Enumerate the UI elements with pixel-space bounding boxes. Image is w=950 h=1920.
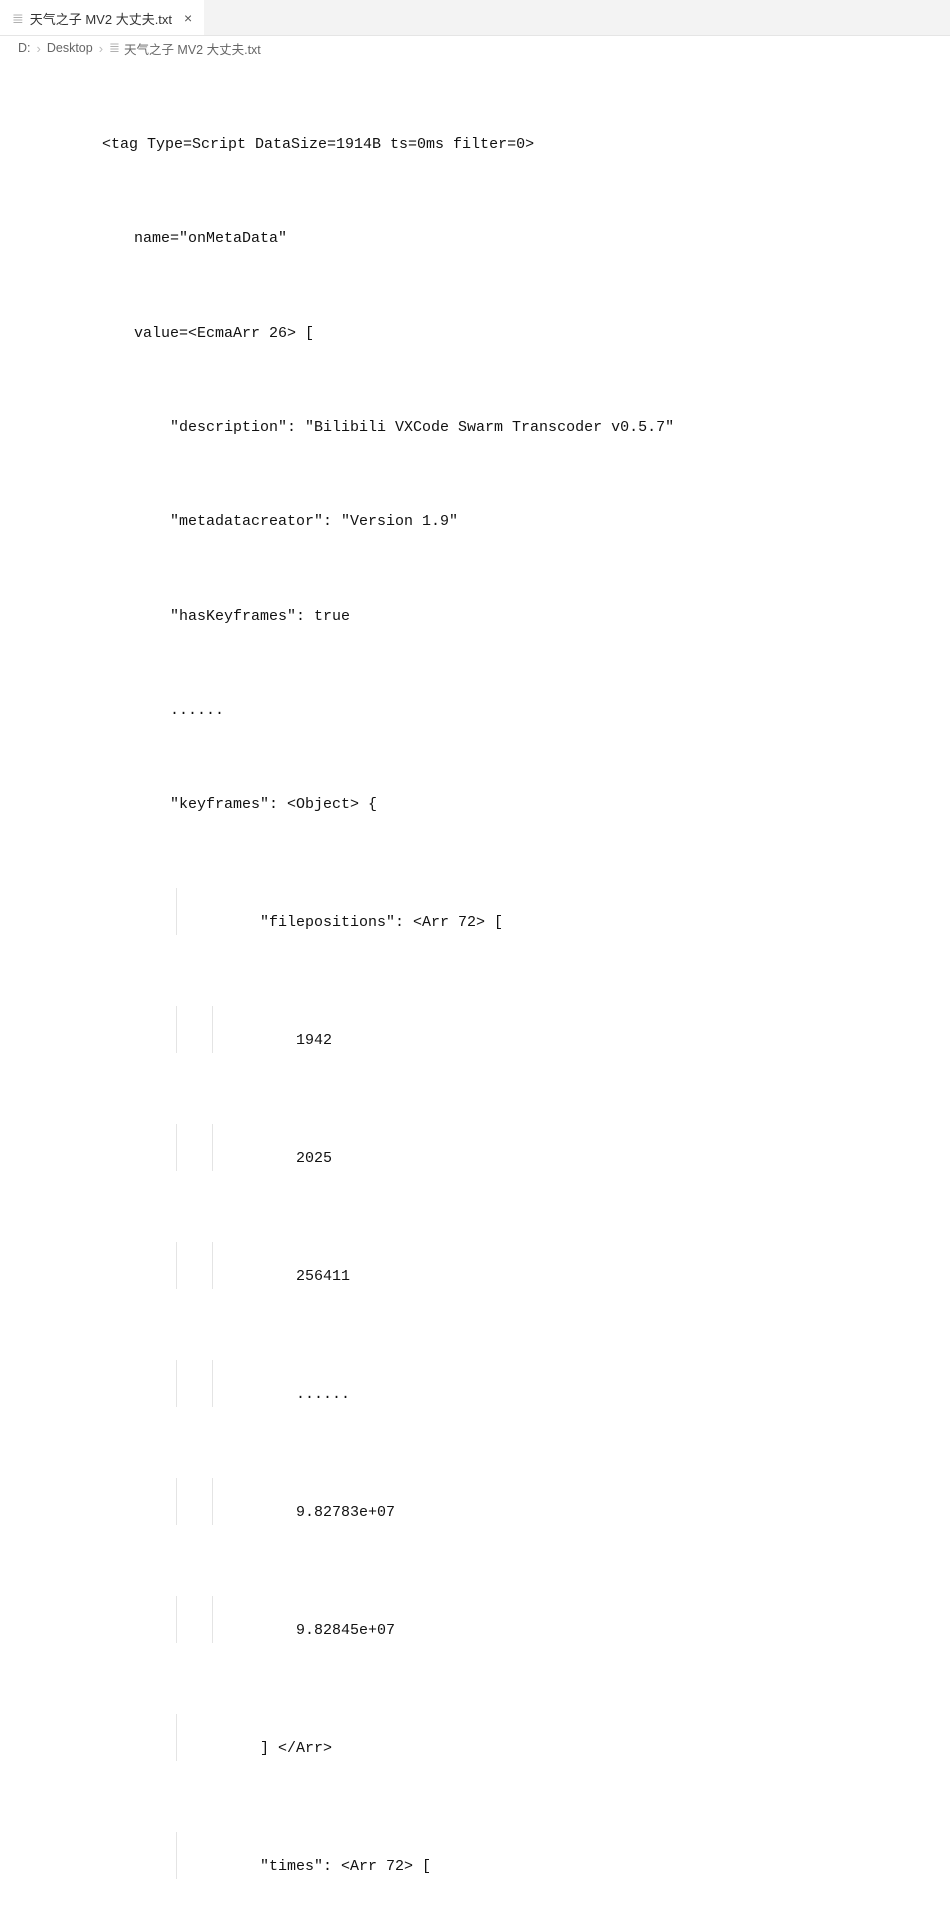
tab-bar: ≣ 天气之子 MV2 大丈夫.txt ×: [0, 0, 950, 36]
code-line: name="onMetaData": [98, 227, 950, 251]
code-line: ......: [98, 1360, 950, 1407]
close-icon[interactable]: ×: [184, 11, 192, 25]
code-line: "description": "Bilibili VXCode Swarm Tr…: [98, 416, 950, 440]
editor-tab[interactable]: ≣ 天气之子 MV2 大丈夫.txt ×: [0, 0, 204, 35]
chevron-right-icon: ›: [97, 41, 105, 56]
breadcrumb-segment[interactable]: 天气之子 MV2 大丈夫.txt: [124, 39, 261, 58]
code-line: ......: [98, 699, 950, 723]
code-editor[interactable]: <tag Type=Script DataSize=1914B ts=0ms f…: [0, 60, 950, 1920]
file-icon: ≣: [12, 10, 24, 27]
breadcrumb-segment[interactable]: D:: [18, 41, 31, 55]
code-line: value=<EcmaArr 26> [: [98, 322, 950, 346]
code-line: "hasKeyframes": true: [98, 605, 950, 629]
code-line: ] </Arr>: [98, 1714, 950, 1761]
breadcrumb-segment[interactable]: Desktop: [47, 41, 93, 55]
code-line: 2025: [98, 1124, 950, 1171]
file-icon: ≣: [109, 40, 120, 56]
code-line: 9.82783e+07: [98, 1478, 950, 1525]
tab-title: 天气之子 MV2 大丈夫.txt: [30, 9, 172, 28]
code-line: 9.82845e+07: [98, 1596, 950, 1643]
code-line: 256411: [98, 1242, 950, 1289]
chevron-right-icon: ›: [35, 41, 43, 56]
code-line: "metadatacreator": "Version 1.9": [98, 510, 950, 534]
code-line: "times": <Arr 72> [: [98, 1832, 950, 1879]
breadcrumb: D: › Desktop › ≣ 天气之子 MV2 大丈夫.txt: [0, 36, 950, 60]
code-line: 1942: [98, 1006, 950, 1053]
code-line: "keyframes": <Object> {: [98, 793, 950, 817]
code-line: "filepositions": <Arr 72> [: [98, 888, 950, 935]
code-line: <tag Type=Script DataSize=1914B ts=0ms f…: [98, 133, 950, 157]
